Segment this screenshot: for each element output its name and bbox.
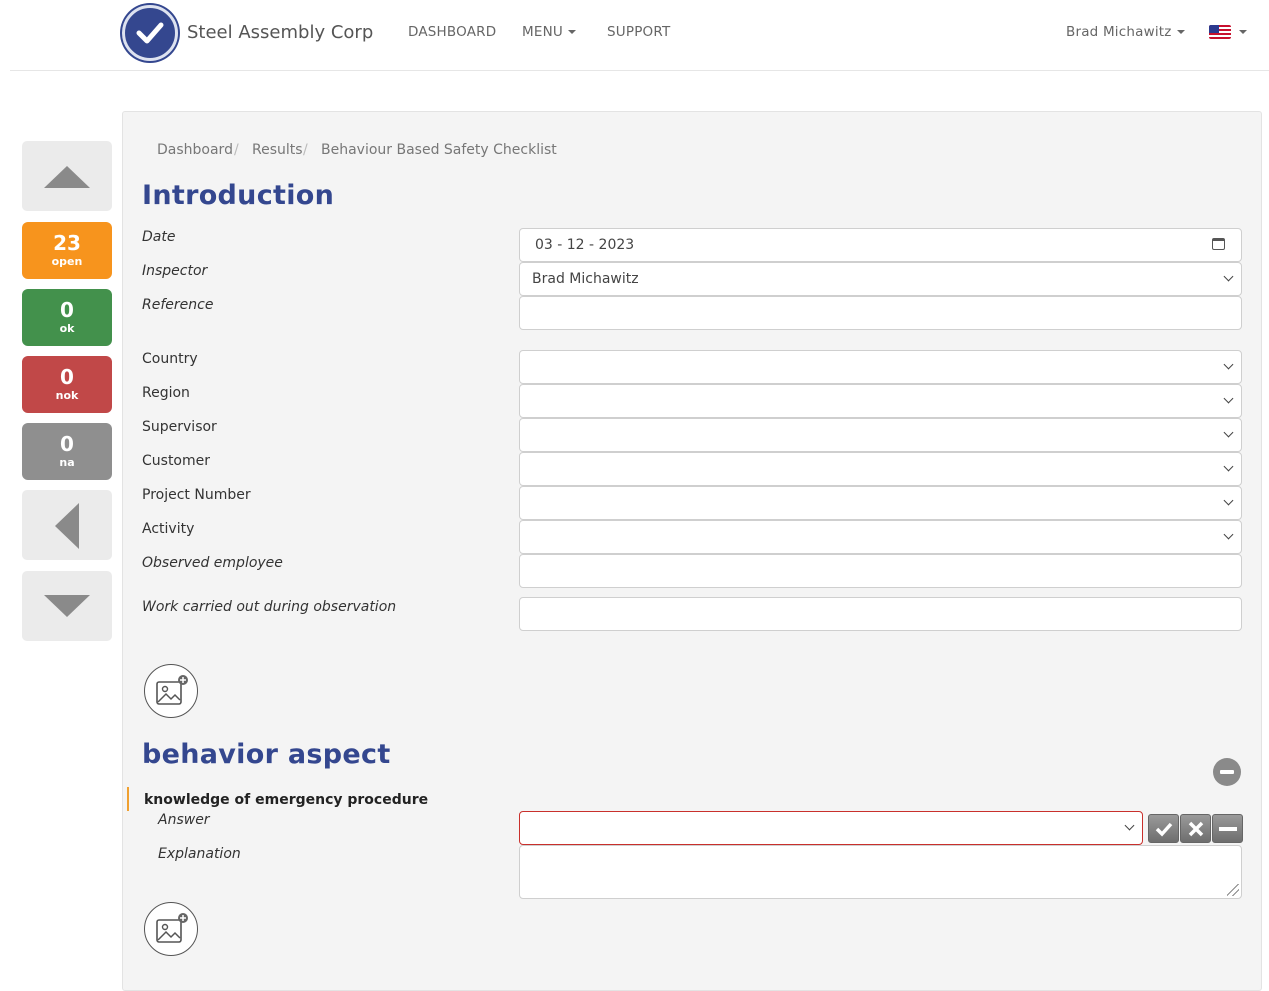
brand-name[interactable]: Steel Assembly Corp — [187, 22, 373, 43]
activity-select[interactable] — [519, 520, 1242, 554]
user-menu[interactable]: Brad Michawitz — [1066, 24, 1185, 40]
inspector-select[interactable]: Brad Michawitz — [519, 262, 1242, 296]
introduction-title: Introduction — [142, 180, 335, 211]
back-button[interactable] — [22, 490, 112, 560]
explanation-label: Explanation — [158, 846, 241, 862]
reference-field[interactable] — [519, 296, 1242, 330]
counter-open-value: 23 — [53, 231, 81, 255]
resize-handle-icon[interactable] — [1227, 884, 1239, 896]
counter-ok-label: ok — [59, 322, 75, 335]
counter-na-label: na — [59, 456, 75, 469]
region-label: Region — [142, 385, 190, 401]
collapse-section-button[interactable] — [1213, 758, 1241, 786]
arrow-up-icon — [44, 166, 90, 188]
add-image-button[interactable] — [144, 664, 198, 718]
question-status-indicator — [127, 787, 129, 811]
top-navbar: Steel Assembly Corp DASHBOARD MENU SUPPO… — [10, 0, 1269, 71]
activity-label: Activity — [142, 521, 195, 537]
chevron-down-icon — [1223, 529, 1234, 540]
company-logo-icon[interactable] — [122, 5, 178, 61]
chevron-down-icon — [1223, 271, 1234, 282]
user-name: Brad Michawitz — [1066, 24, 1172, 40]
language-menu[interactable] — [1234, 24, 1247, 40]
observed-employee-field[interactable] — [519, 554, 1242, 588]
chevron-down-icon — [1223, 495, 1234, 506]
cross-icon — [1188, 821, 1203, 837]
counter-nok-label: nok — [55, 389, 79, 402]
counter-na-value: 0 — [60, 432, 74, 456]
add-image-icon — [156, 913, 188, 943]
caret-down-icon — [1176, 30, 1185, 34]
project-number-select[interactable] — [519, 486, 1242, 520]
caret-down-icon — [567, 30, 576, 34]
work-carried-out-field[interactable] — [519, 597, 1242, 631]
scroll-down-button[interactable] — [22, 571, 112, 641]
answer-na-button[interactable] — [1212, 814, 1243, 843]
counter-ok-value: 0 — [60, 298, 74, 322]
check-icon — [1155, 822, 1172, 837]
chevron-down-icon — [1124, 820, 1135, 831]
customer-label: Customer — [142, 453, 211, 469]
chevron-down-icon — [1223, 359, 1234, 370]
region-select[interactable] — [519, 384, 1242, 418]
date-field[interactable]: 03 - 12 - 2023 — [519, 228, 1242, 262]
country-label: Country — [142, 351, 198, 367]
answer-ok-button[interactable] — [1148, 814, 1179, 843]
caret-down-icon — [1239, 30, 1247, 34]
inspector-label: Inspector — [142, 263, 208, 279]
breadcrumb-separator: / — [234, 142, 239, 158]
arrow-down-icon — [44, 595, 90, 617]
counter-na[interactable]: 0 na — [22, 423, 112, 480]
question-text: knowledge of emergency procedure — [144, 792, 429, 808]
us-flag-icon[interactable] — [1209, 25, 1231, 39]
work-carried-out-label: Work carried out during observation — [142, 599, 397, 615]
chevron-down-icon — [1223, 393, 1234, 404]
nav-menu[interactable]: MENU — [522, 24, 576, 40]
scroll-up-button[interactable] — [22, 141, 112, 211]
answer-nok-button[interactable] — [1180, 814, 1211, 843]
answer-label: Answer — [158, 812, 210, 828]
counter-nok-value: 0 — [60, 365, 74, 389]
breadcrumb-dashboard[interactable]: Dashboard — [157, 142, 233, 158]
supervisor-label: Supervisor — [142, 419, 217, 435]
project-number-label: Project Number — [142, 487, 251, 503]
arrow-left-icon — [55, 503, 79, 549]
breadcrumb-separator: / — [303, 142, 308, 158]
minus-icon — [1218, 827, 1237, 831]
nav-dashboard[interactable]: DASHBOARD — [408, 24, 496, 40]
add-image-icon — [156, 675, 188, 705]
behavior-aspect-title: behavior aspect — [142, 739, 391, 770]
calendar-icon[interactable] — [1212, 238, 1225, 250]
reference-label: Reference — [142, 297, 214, 313]
counter-open-label: open — [51, 255, 83, 268]
observed-employee-label: Observed employee — [142, 555, 283, 571]
breadcrumb-results[interactable]: Results — [252, 142, 303, 158]
counter-open[interactable]: 23 open — [22, 222, 112, 279]
counter-nok[interactable]: 0 nok — [22, 356, 112, 413]
explanation-textarea[interactable] — [519, 845, 1242, 899]
chevron-down-icon — [1223, 461, 1234, 472]
supervisor-select[interactable] — [519, 418, 1242, 452]
date-label: Date — [142, 229, 176, 245]
customer-select[interactable] — [519, 452, 1242, 486]
counter-ok[interactable]: 0 ok — [22, 289, 112, 346]
breadcrumb-current: Behaviour Based Safety Checklist — [321, 142, 557, 158]
nav-menu-label: MENU — [522, 24, 563, 40]
country-select[interactable] — [519, 350, 1242, 384]
answer-select[interactable] — [519, 811, 1143, 845]
inspector-value: Brad Michawitz — [532, 271, 639, 287]
chevron-down-icon — [1223, 427, 1234, 438]
nav-support[interactable]: SUPPORT — [607, 24, 670, 40]
date-value: 03 - 12 - 2023 — [535, 237, 635, 253]
add-image-button-question[interactable] — [144, 902, 198, 956]
